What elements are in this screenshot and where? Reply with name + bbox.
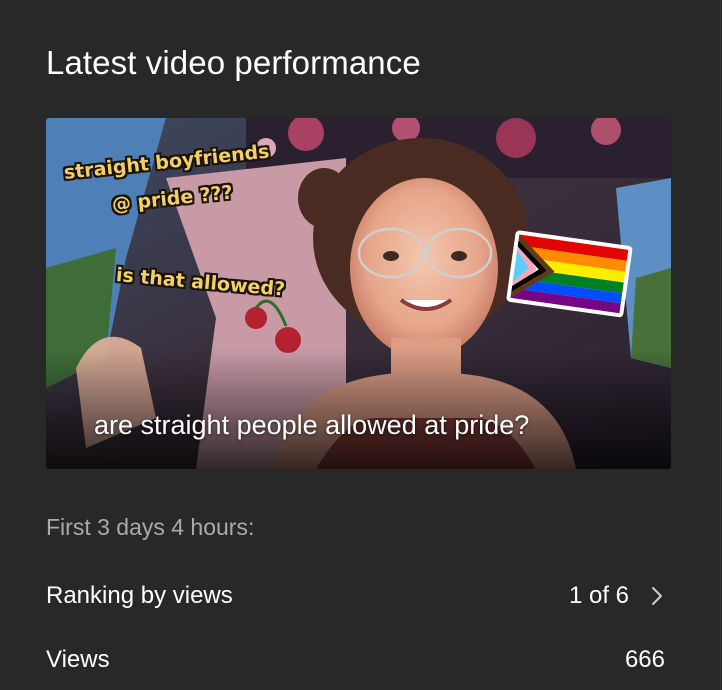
period-label: First 3 days 4 hours: xyxy=(46,514,255,540)
ranking-value: 1 of 6 xyxy=(568,582,629,609)
latest-video-performance-card: Latest video performance straight boyfri… xyxy=(0,0,721,690)
video-thumbnail[interactable]: straight boyfriends @ pride ??? is that … xyxy=(46,118,671,469)
views-label: Views xyxy=(46,646,110,673)
ranking-value-group: 1 of 6 xyxy=(569,582,671,610)
views-row: Views 666 xyxy=(46,640,671,680)
ranking-by-views-row[interactable]: Ranking by views 1 of 6 xyxy=(46,576,671,616)
ranking-label: Ranking by views xyxy=(46,582,233,609)
views-value: 666 xyxy=(624,646,665,673)
video-title[interactable]: are straight people allowed at pride? xyxy=(94,410,529,441)
chevron-right-icon[interactable] xyxy=(647,584,667,608)
card-title: Latest video performance xyxy=(46,44,421,81)
